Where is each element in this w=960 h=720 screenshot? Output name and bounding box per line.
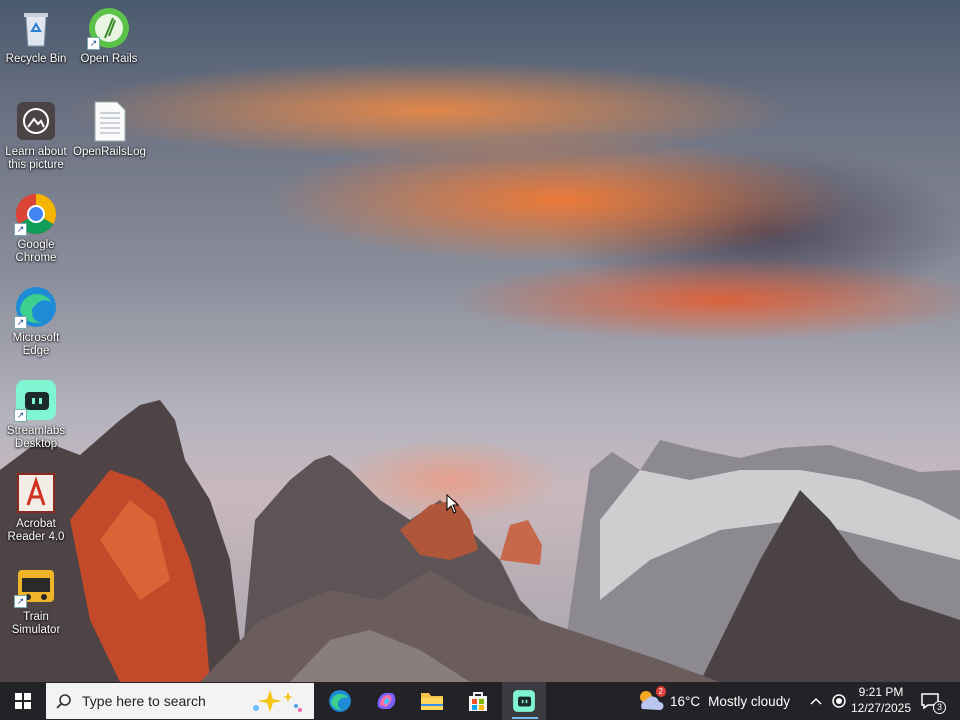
desktop-icon-learn-picture[interactable]: Learn about this picture xyxy=(0,99,72,172)
acrobat-icon xyxy=(14,471,58,515)
windows-logo-icon xyxy=(15,693,31,709)
weather-widget[interactable]: 2 16°C Mostly cloudy xyxy=(636,682,796,720)
copilot-icon xyxy=(377,692,396,709)
notification-count: 3 xyxy=(932,701,946,714)
shortcut-arrow-icon: ↗ xyxy=(14,316,27,329)
search-box[interactable]: Type here to search xyxy=(46,683,314,719)
shortcut-arrow-icon: ↗ xyxy=(14,595,27,608)
taskbar: Type here to search 2 16°C Mostly cloudy… xyxy=(0,682,960,720)
shortcut-arrow-icon: ↗ xyxy=(14,409,27,422)
clock-time: 9:21 PM xyxy=(858,685,904,699)
store-icon xyxy=(469,692,487,711)
desktop-icon-train-simulator[interactable]: ↗ Train Simulator xyxy=(0,564,72,637)
streamlabs-icon xyxy=(513,690,535,712)
recycle-bin-icon xyxy=(14,6,58,50)
desktop-icon-label: OpenRailsLog xyxy=(73,146,146,158)
desktop-icon-streamlabs[interactable]: ↗ Streamlabs Desktop xyxy=(0,378,72,451)
weather-temp: 16°C xyxy=(670,693,701,709)
desktop-icon-acrobat-reader[interactable]: Acrobat Reader 4.0 xyxy=(0,471,72,544)
active-app-indicator xyxy=(512,717,538,719)
desktop-icon-label: Acrobat Reader 4.0 xyxy=(7,518,65,543)
desktop-icon-label: Google Chrome xyxy=(15,239,57,264)
cloudy-weather-icon: 2 xyxy=(636,686,666,713)
desktop-icon-google-chrome[interactable]: ↗ Google Chrome xyxy=(0,192,72,265)
taskbar-streamlabs[interactable] xyxy=(502,682,546,720)
mouse-cursor-icon xyxy=(446,493,460,519)
desktop-icon-openrailslog[interactable]: OpenRailsLog xyxy=(73,99,146,159)
edge-icon: ↗ xyxy=(14,285,58,329)
taskbar-store[interactable] xyxy=(456,682,500,720)
weather-badge: 2 xyxy=(655,686,666,697)
text-file-icon xyxy=(87,99,131,143)
desktop-icon-label: Microsoft Edge xyxy=(12,332,60,357)
desktop-icon-open-rails[interactable]: ↗ Open Rails xyxy=(73,6,145,66)
clock-date: 12/27/2025 xyxy=(850,701,912,715)
shortcut-arrow-icon: ↗ xyxy=(87,37,100,50)
chrome-icon: ↗ xyxy=(14,192,58,236)
desktop-icon-label: Streamlabs Desktop xyxy=(6,425,66,450)
desktop-icon-label: Open Rails xyxy=(80,53,138,65)
search-icon xyxy=(56,694,71,709)
train-simulator-icon: ↗ xyxy=(14,564,58,608)
search-highlight-icon xyxy=(253,690,302,712)
desktop-icon-recycle-bin[interactable]: Recycle Bin xyxy=(0,6,72,66)
learn-picture-icon xyxy=(14,99,58,143)
desktop-icon-label: Recycle Bin xyxy=(5,53,67,65)
chevron-up-icon xyxy=(810,697,822,705)
clock[interactable]: 9:21 PM 12/27/2025 xyxy=(845,684,917,716)
show-hidden-icons-button[interactable] xyxy=(806,682,826,720)
taskbar-edge[interactable] xyxy=(318,682,362,720)
notification-icon: 3 xyxy=(920,692,946,714)
search-placeholder: Type here to search xyxy=(82,693,206,709)
taskbar-file-explorer[interactable] xyxy=(410,682,454,720)
desktop-icon-label: Train Simulator xyxy=(11,611,61,636)
taskbar-copilot[interactable] xyxy=(364,682,408,720)
desktop-icon-microsoft-edge[interactable]: ↗ Microsoft Edge xyxy=(0,285,72,358)
start-button[interactable] xyxy=(0,682,46,720)
open-rails-icon: ↗ xyxy=(87,6,131,50)
streamlabs-icon: ↗ xyxy=(14,378,58,422)
shortcut-arrow-icon: ↗ xyxy=(14,223,27,236)
edge-icon xyxy=(329,690,351,712)
weather-condition: Mostly cloudy xyxy=(708,693,790,709)
desktop-icon-label: Learn about this picture xyxy=(5,146,67,171)
file-explorer-icon xyxy=(421,693,443,710)
record-icon xyxy=(832,694,846,708)
